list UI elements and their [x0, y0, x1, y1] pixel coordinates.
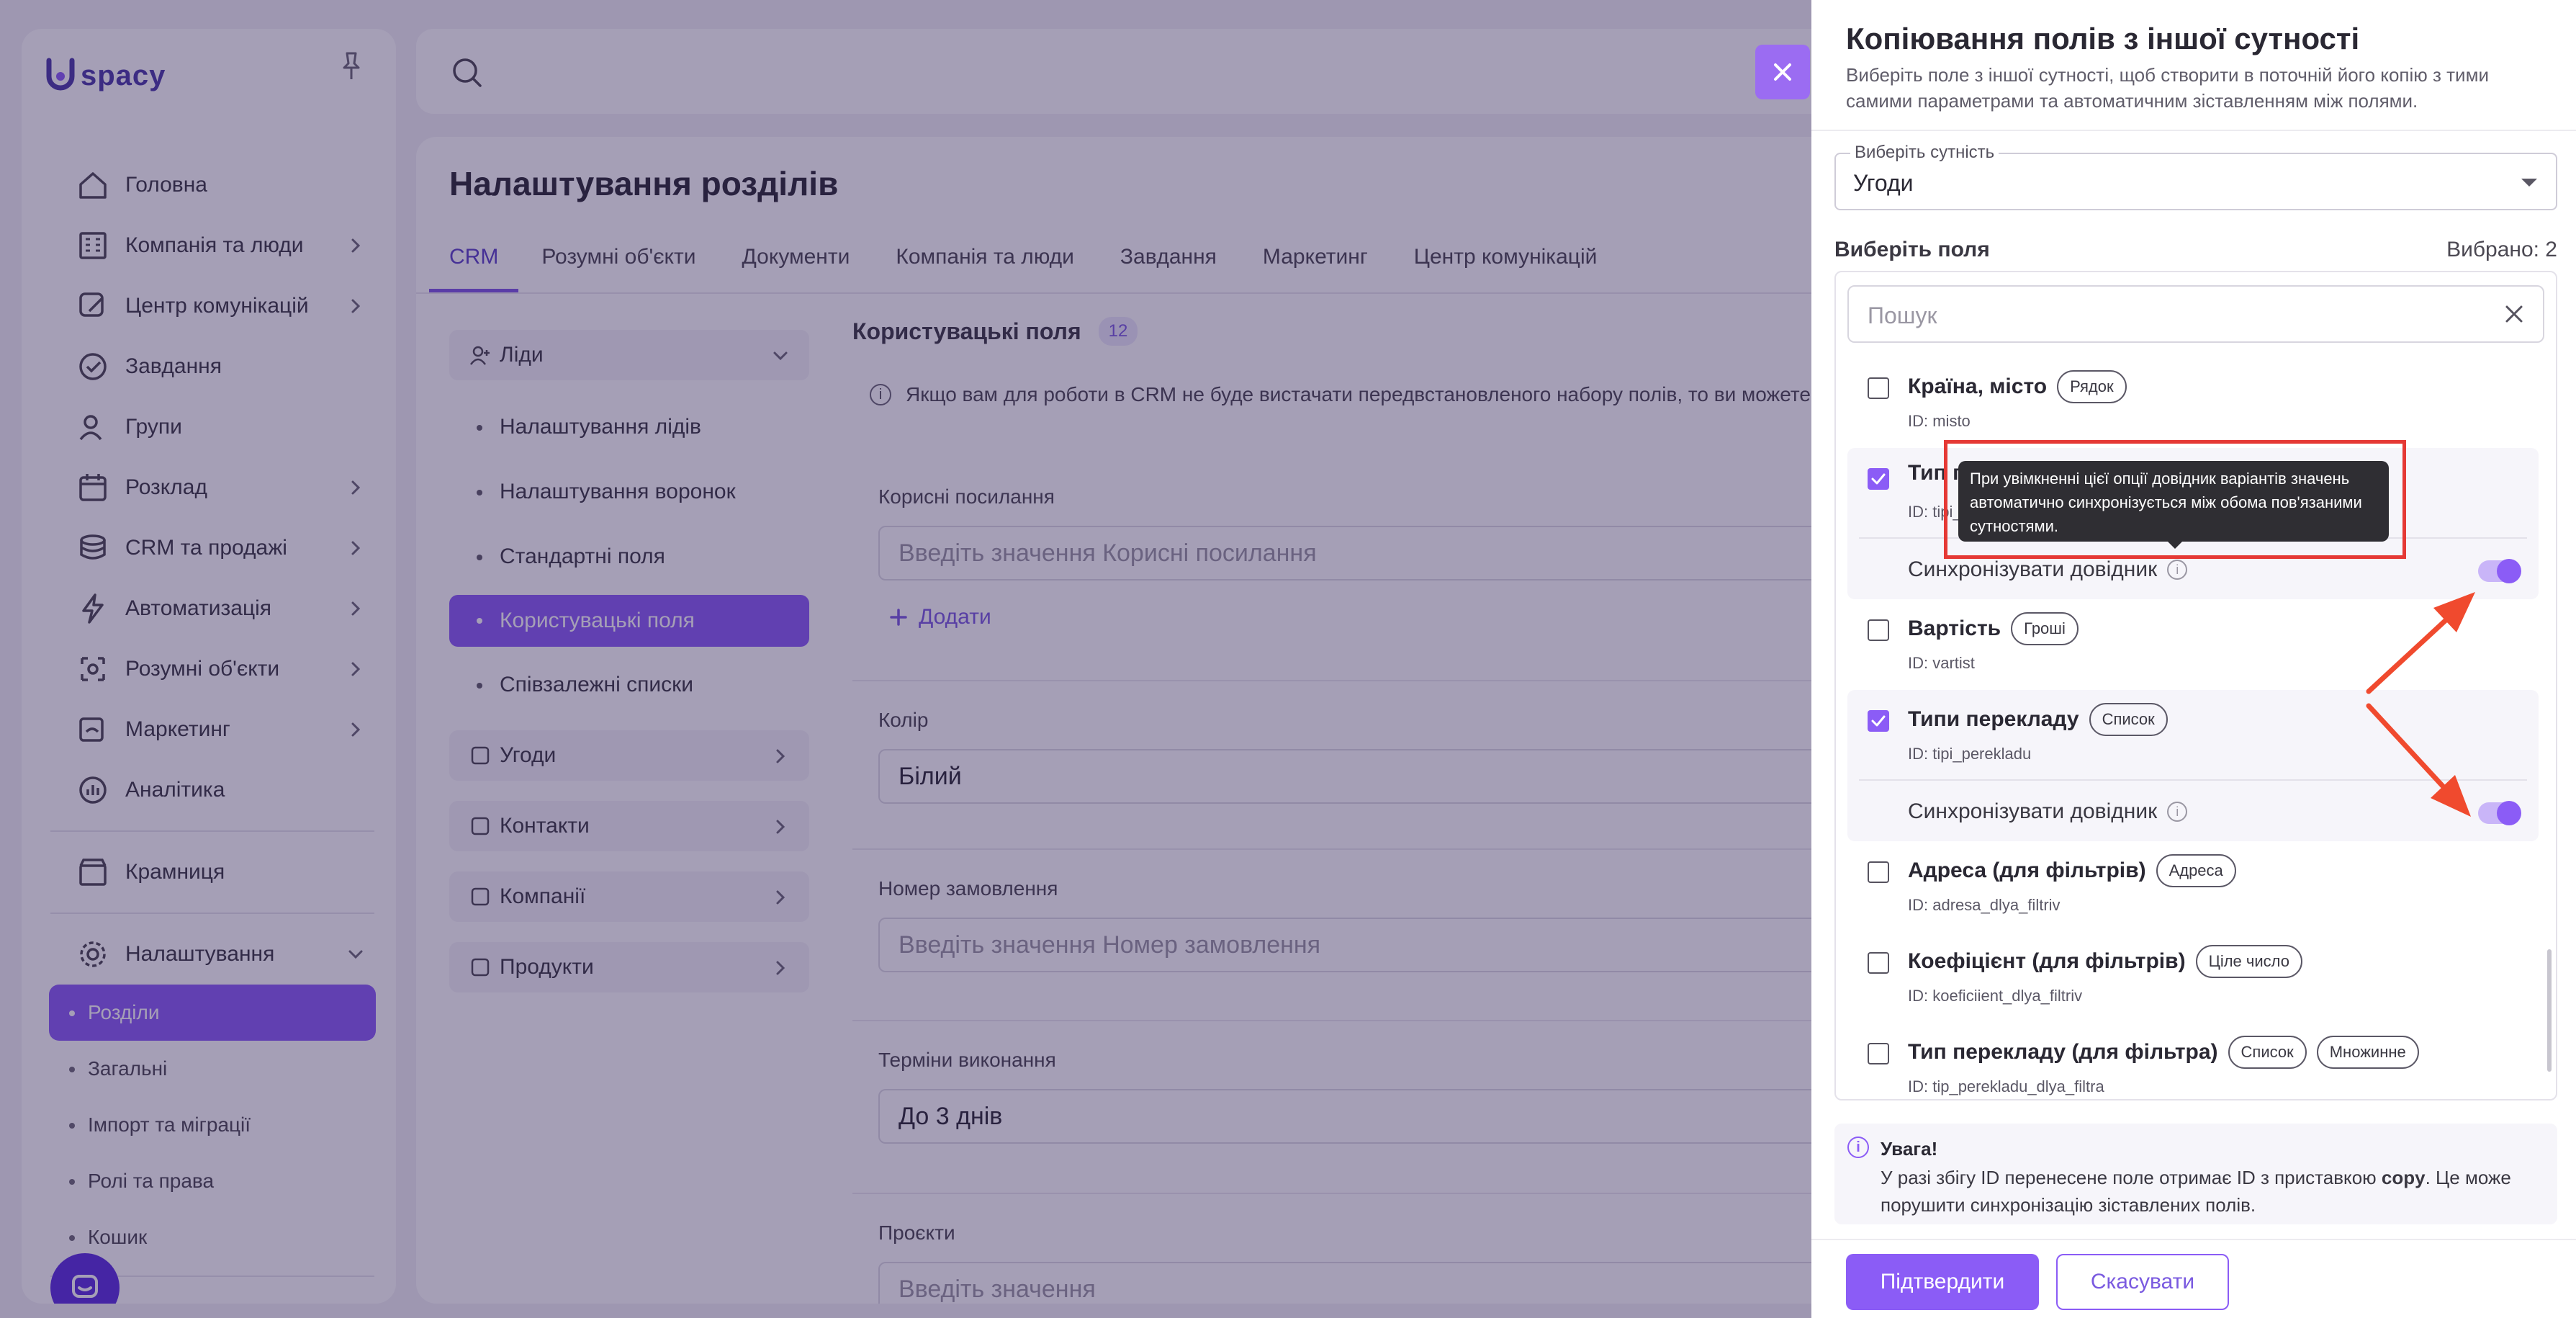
- drawer-title: Копіювання полів з іншої сутності: [1846, 22, 2360, 55]
- sync-dictionary-row: Синхронізувати довідник i: [1908, 557, 2188, 582]
- drawer-subtitle: Виберіть поле з іншої сутності, щоб ство…: [1846, 64, 2489, 112]
- info-icon[interactable]: i: [2167, 802, 2188, 822]
- field-option-title: Адреса (для фільтрів): [1908, 859, 2146, 882]
- field-type-tag: Список: [2228, 1036, 2307, 1069]
- field-option-name: Адреса (для фільтрів) Адреса: [1908, 854, 2236, 887]
- field-checkbox[interactable]: [1868, 619, 1889, 641]
- toggle-knob: [2497, 801, 2521, 825]
- field-type-tag: Список: [2089, 703, 2168, 736]
- field-option-title: Країна, місто: [1908, 375, 2048, 398]
- annotation-arrows: [2366, 592, 2475, 817]
- warning-text-bold: copy: [2381, 1167, 2426, 1188]
- search-placeholder: Пошук: [1868, 302, 1937, 328]
- confirm-button[interactable]: Підтвердити: [1846, 1254, 2039, 1310]
- modal-overlay[interactable]: [0, 0, 1811, 1318]
- warning-text-part-a: У разі збігу ID перенесене поле отримає …: [1881, 1167, 2382, 1188]
- field-type-tag: Гроші: [2011, 612, 2079, 645]
- field-option[interactable]: Коефіцієнт (для фільтрів) Ціле число ID: k…: [1847, 932, 2539, 1023]
- toggle-knob: [2497, 559, 2521, 583]
- field-option-name: Вартість Гроші: [1908, 612, 2079, 645]
- info-icon: i: [1847, 1137, 1869, 1158]
- field-type-tag: Ціле число: [2195, 945, 2302, 978]
- field-option-id: ID: koeficiient_dlya_filtriv: [1908, 987, 2083, 1005]
- field-option[interactable]: Адреса (для фільтрів) Адреса ID: adresa_dl…: [1847, 841, 2539, 932]
- entity-select[interactable]: Виберіть сутність Угоди: [1834, 143, 2557, 210]
- field-type-tag: Адреса: [2156, 854, 2236, 887]
- warning-title: Увага!: [1881, 1138, 1938, 1160]
- field-option[interactable]: Країна, місто Рядок ID: misto: [1847, 357, 2539, 448]
- field-option-id: ID: tipi_perekladu: [1908, 745, 2032, 763]
- field-type-tag: Рядок: [2057, 370, 2127, 403]
- annotation-highlight-box: [1944, 440, 2406, 559]
- fields-picker-header: Виберіть поля Вибрано: 2: [1834, 238, 2557, 262]
- fields-search-input[interactable]: Пошук: [1847, 285, 2544, 343]
- field-checkbox[interactable]: [1868, 377, 1889, 399]
- sync-dictionary-toggle[interactable]: [2478, 801, 2521, 825]
- sync-dictionary-label: Синхронізувати довідник: [1908, 799, 2158, 823]
- field-checkbox[interactable]: [1868, 468, 1889, 490]
- sync-dictionary-toggle[interactable]: [2478, 559, 2521, 583]
- sync-dictionary-label: Синхронізувати довідник: [1908, 557, 2158, 581]
- entity-select-value: Угоди: [1853, 170, 1914, 196]
- field-option-title: Тип перекладу (для фільтра): [1908, 1040, 2218, 1064]
- field-option-title: Типи перекладу: [1908, 707, 2079, 731]
- sync-dictionary-row: Синхронізувати довідник i: [1908, 799, 2188, 824]
- field-type-tag: Множинне: [2316, 1036, 2419, 1069]
- field-checkbox[interactable]: [1868, 1043, 1889, 1064]
- clear-search-icon[interactable]: [2503, 302, 2526, 326]
- warning-box: i Увага! У разі збігу ID перенесене поле…: [1834, 1124, 2557, 1224]
- field-option-id: ID: tip_perekladu_dlya_filtra: [1908, 1077, 2104, 1095]
- field-option-id: ID: vartist: [1908, 654, 1975, 672]
- drawer-footer-divider: [1811, 1239, 2576, 1240]
- field-option-name: Коефіцієнт (для фільтрів) Ціле число: [1908, 945, 2302, 978]
- field-checkbox[interactable]: [1868, 710, 1889, 732]
- close-drawer-button[interactable]: [1755, 45, 1810, 99]
- field-checkbox[interactable]: [1868, 861, 1889, 883]
- entity-select-label: Виберіть сутність: [1850, 143, 1999, 163]
- fields-picker-label: Виберіть поля: [1834, 238, 1990, 261]
- list-scrollbar[interactable]: [2547, 949, 2552, 1072]
- field-option[interactable]: Тип перекладу (для фільтра) Список Множинн…: [1847, 1023, 2539, 1099]
- warning-text: У разі збігу ID перенесене поле отримає …: [1881, 1164, 2543, 1219]
- field-option-title: Вартість: [1908, 617, 2001, 640]
- info-icon[interactable]: i: [2167, 560, 2188, 580]
- field-option-name: Тип перекладу (для фільтра) Список Множинн…: [1908, 1036, 2419, 1069]
- selected-count: Вибрано: 2: [2446, 238, 2557, 261]
- field-option-name: Країна, місто Рядок: [1908, 370, 2127, 403]
- caret-down-icon: [2521, 179, 2537, 187]
- drawer-header-divider: [1811, 130, 2576, 131]
- field-option-title: Коефіцієнт (для фільтрів): [1908, 949, 2186, 973]
- cancel-button[interactable]: Скасувати: [2056, 1254, 2229, 1310]
- field-option-id: ID: adresa_dlya_filtriv: [1908, 896, 2061, 914]
- field-option-id: ID: misto: [1908, 412, 1971, 430]
- field-option-name: Типи перекладу Список: [1908, 703, 2168, 736]
- close-icon: [1774, 63, 1791, 81]
- field-checkbox[interactable]: [1868, 952, 1889, 974]
